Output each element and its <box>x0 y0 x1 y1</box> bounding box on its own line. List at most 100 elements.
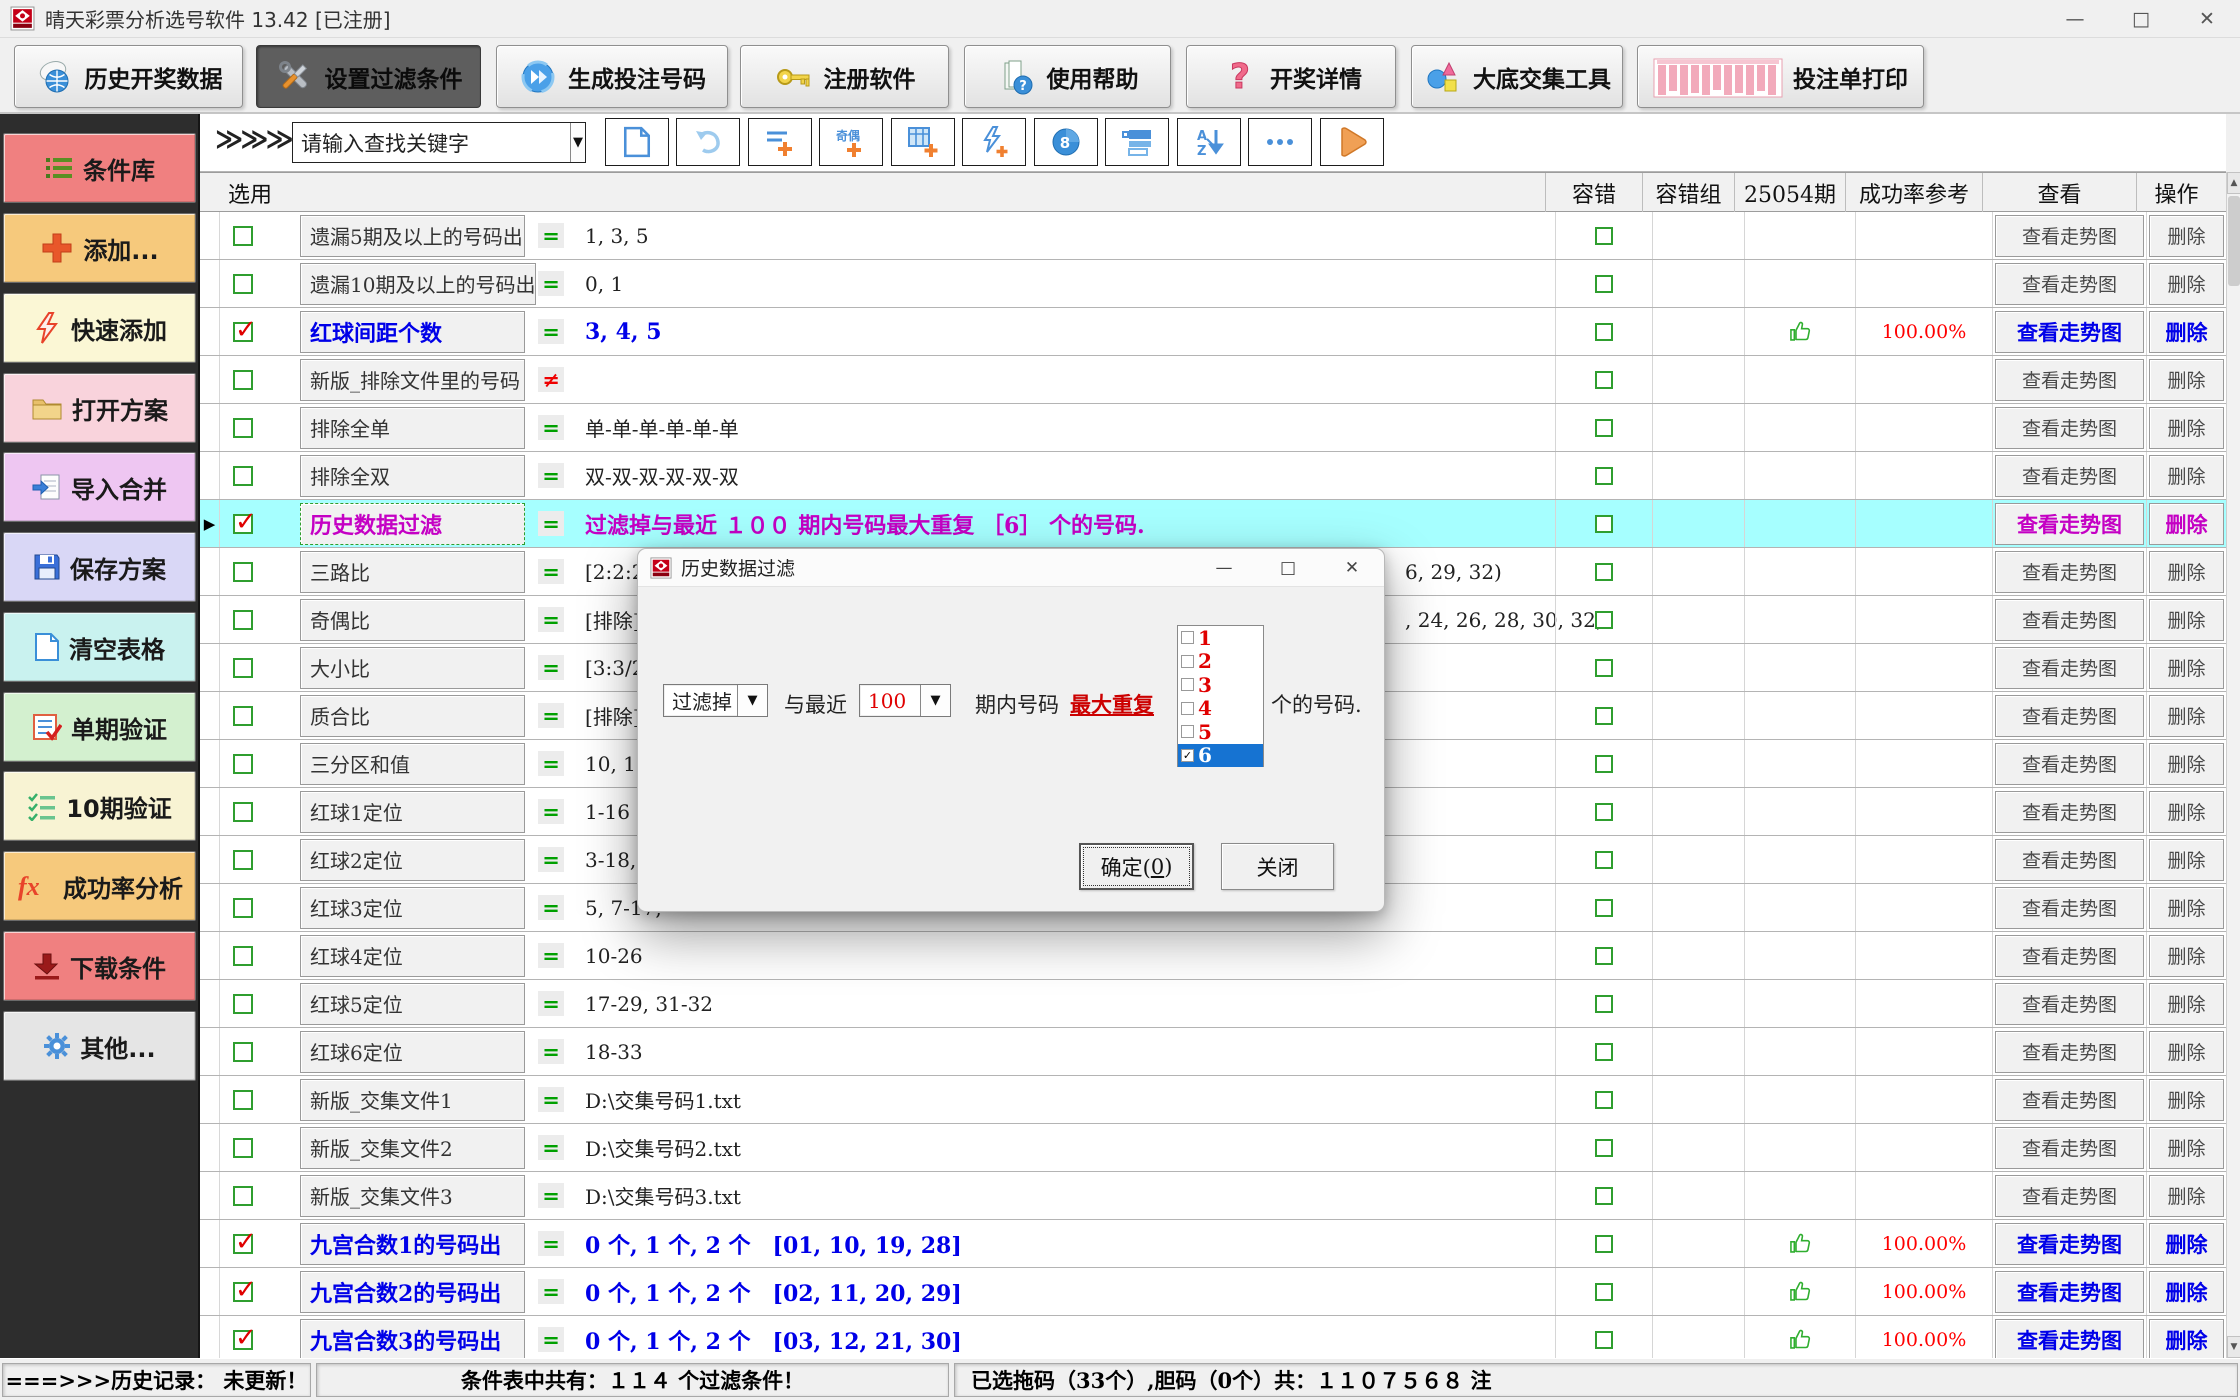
condition-name-button[interactable]: 新版_交集文件2 <box>298 1124 527 1171</box>
delete-button[interactable]: 删除 <box>2146 644 2226 691</box>
header-tolerance[interactable]: 容错 <box>1545 173 1642 212</box>
tolerance-checkbox[interactable] <box>1555 452 1652 499</box>
delete-button[interactable]: 删除 <box>2146 548 2226 595</box>
scroll-up-icon[interactable]: ▲ <box>2227 172 2240 194</box>
use-checkbox[interactable] <box>220 404 298 451</box>
delete-button[interactable]: 删除 <box>2146 980 2226 1027</box>
delete-button[interactable]: 删除 <box>2146 1124 2226 1171</box>
delete-button[interactable]: 删除 <box>2146 308 2226 355</box>
view-chart-button[interactable]: 查看走势图 <box>1992 1076 2146 1123</box>
use-checkbox[interactable] <box>220 884 298 931</box>
tolerance-checkbox[interactable] <box>1555 404 1652 451</box>
list-item[interactable]: 5 <box>1178 720 1263 744</box>
view-chart-button[interactable]: 查看走势图 <box>1992 980 2146 1027</box>
delete-button[interactable]: 删除 <box>2146 500 2226 547</box>
repeat-count-listbox[interactable]: 12345✓6 <box>1177 625 1264 767</box>
condition-name-button[interactable]: 九宫合数1的号码出 <box>298 1220 527 1267</box>
view-chart-button[interactable]: 查看走势图 <box>1992 308 2146 355</box>
sidebar-item-download-conditions[interactable]: 下载条件 <box>3 931 196 1001</box>
delete-button[interactable]: 删除 <box>2146 1316 2226 1358</box>
condition-name-button[interactable]: 新版_交集文件1 <box>298 1076 527 1123</box>
table-row[interactable]: 九宫合数1的号码出=0 个, 1 个, 2 个 [01, 10, 19, 28]… <box>200 1220 2226 1268</box>
chevrons-icon[interactable]: ≫≫≫ <box>215 124 291 155</box>
delete-button[interactable]: 删除 <box>2146 452 2226 499</box>
header-tolerance-group[interactable]: 容错组 <box>1642 173 1734 212</box>
sidebar-item-add[interactable]: 添加... <box>3 213 196 283</box>
view-chart-button[interactable]: 查看走势图 <box>1992 212 2146 259</box>
view-chart-button[interactable]: 查看走势图 <box>1992 1124 2146 1171</box>
tolerance-checkbox[interactable] <box>1555 836 1652 883</box>
scrollbar-thumb[interactable] <box>2228 196 2240 286</box>
tolerance-checkbox[interactable] <box>1555 596 1652 643</box>
view-chart-button[interactable]: 查看走势图 <box>1992 1028 2146 1075</box>
sidebar-item-clear-table[interactable]: 清空表格 <box>3 612 196 682</box>
condition-name-button[interactable]: 质合比 <box>298 692 527 739</box>
use-checkbox[interactable] <box>220 1028 298 1075</box>
use-checkbox[interactable] <box>220 980 298 1027</box>
delete-button[interactable]: 删除 <box>2146 932 2226 979</box>
tolerance-checkbox[interactable] <box>1555 980 1652 1027</box>
condition-name-button[interactable]: 遗漏5期及以上的号码出 <box>298 212 527 259</box>
use-checkbox[interactable] <box>220 548 298 595</box>
generate-numbers-button[interactable]: 生成投注号码 <box>496 45 728 108</box>
draw-details-button[interactable]: ? 开奖详情 <box>1186 45 1396 108</box>
tolerance-checkbox[interactable] <box>1555 1316 1652 1358</box>
list-item[interactable]: 1 <box>1178 626 1263 650</box>
use-checkbox[interactable] <box>220 308 298 355</box>
use-checkbox[interactable] <box>220 1268 298 1315</box>
tolerance-checkbox[interactable] <box>1555 548 1652 595</box>
delete-button[interactable]: 删除 <box>2146 260 2226 307</box>
ok-button[interactable]: 确定(0) <box>1079 843 1194 890</box>
set-filter-button[interactable]: 设置过滤条件 <box>256 45 481 108</box>
view-chart-button[interactable]: 查看走势图 <box>1992 836 2146 883</box>
condition-name-button[interactable]: 红球5定位 <box>298 980 527 1027</box>
sidebar-item-quick-add[interactable]: 快速添加 <box>3 293 196 363</box>
use-checkbox[interactable] <box>220 1124 298 1171</box>
condition-name-button[interactable]: 历史数据过滤 <box>298 500 527 547</box>
tolerance-checkbox[interactable] <box>1555 740 1652 787</box>
new-table-button[interactable] <box>605 118 669 166</box>
header-period[interactable]: 25054期 <box>1734 173 1845 212</box>
sidebar-item-condition-library[interactable]: 条件库 <box>3 133 196 203</box>
view-chart-button[interactable]: 查看走势图 <box>1992 356 2146 403</box>
chevron-down-icon[interactable]: ▼ <box>920 685 950 716</box>
maximize-button[interactable]: □ <box>2108 0 2174 38</box>
chevron-down-icon[interactable]: ▼ <box>570 123 585 162</box>
delete-button[interactable]: 删除 <box>2146 212 2226 259</box>
use-checkbox[interactable] <box>220 644 298 691</box>
use-checkbox[interactable] <box>220 932 298 979</box>
use-checkbox[interactable] <box>220 500 298 547</box>
tolerance-checkbox[interactable] <box>1555 644 1652 691</box>
tolerance-checkbox[interactable] <box>1555 788 1652 835</box>
tolerance-checkbox[interactable] <box>1555 884 1652 931</box>
view-chart-button[interactable]: 查看走势图 <box>1992 1316 2146 1358</box>
tolerance-checkbox[interactable] <box>1555 1028 1652 1075</box>
header-select[interactable]: 选用 <box>220 173 298 212</box>
tolerance-checkbox[interactable] <box>1555 212 1652 259</box>
delete-button[interactable]: 删除 <box>2146 884 2226 931</box>
view-chart-button[interactable]: 查看走势图 <box>1992 404 2146 451</box>
condition-name-button[interactable]: 遗漏10期及以上的号码出 <box>298 260 527 307</box>
sidebar-item-ten-verify[interactable]: 10期验证 <box>3 771 196 841</box>
tolerance-checkbox[interactable] <box>1555 692 1652 739</box>
header-action[interactable]: 操作 <box>2136 173 2216 212</box>
table-row[interactable]: 红球间距个数=3, 4, 5100.00%查看走势图删除 <box>200 308 2226 356</box>
view-chart-button[interactable]: 查看走势图 <box>1992 260 2146 307</box>
odd-even-add-button[interactable]: 奇偶 <box>819 118 883 166</box>
delete-button[interactable]: 删除 <box>2146 404 2226 451</box>
more-button[interactable] <box>1248 118 1312 166</box>
ball-tool-button[interactable]: 8 <box>1034 118 1098 166</box>
view-chart-button[interactable]: 查看走势图 <box>1992 500 2146 547</box>
use-checkbox[interactable] <box>220 356 298 403</box>
condition-name-button[interactable]: 红球2定位 <box>298 836 527 883</box>
sidebar-item-other[interactable]: 其他... <box>3 1011 196 1081</box>
condition-name-button[interactable]: 排除全双 <box>298 452 527 499</box>
dialog-minimize-button[interactable]: — <box>1192 549 1256 587</box>
use-checkbox[interactable] <box>220 452 298 499</box>
max-repeat-link[interactable]: 最大重复 <box>1070 689 1154 719</box>
condition-name-button[interactable]: 三路比 <box>298 548 527 595</box>
flash-add-button[interactable] <box>962 118 1026 166</box>
use-checkbox[interactable] <box>220 212 298 259</box>
add-condition-button[interactable] <box>748 118 812 166</box>
view-chart-button[interactable]: 查看走势图 <box>1992 692 2146 739</box>
